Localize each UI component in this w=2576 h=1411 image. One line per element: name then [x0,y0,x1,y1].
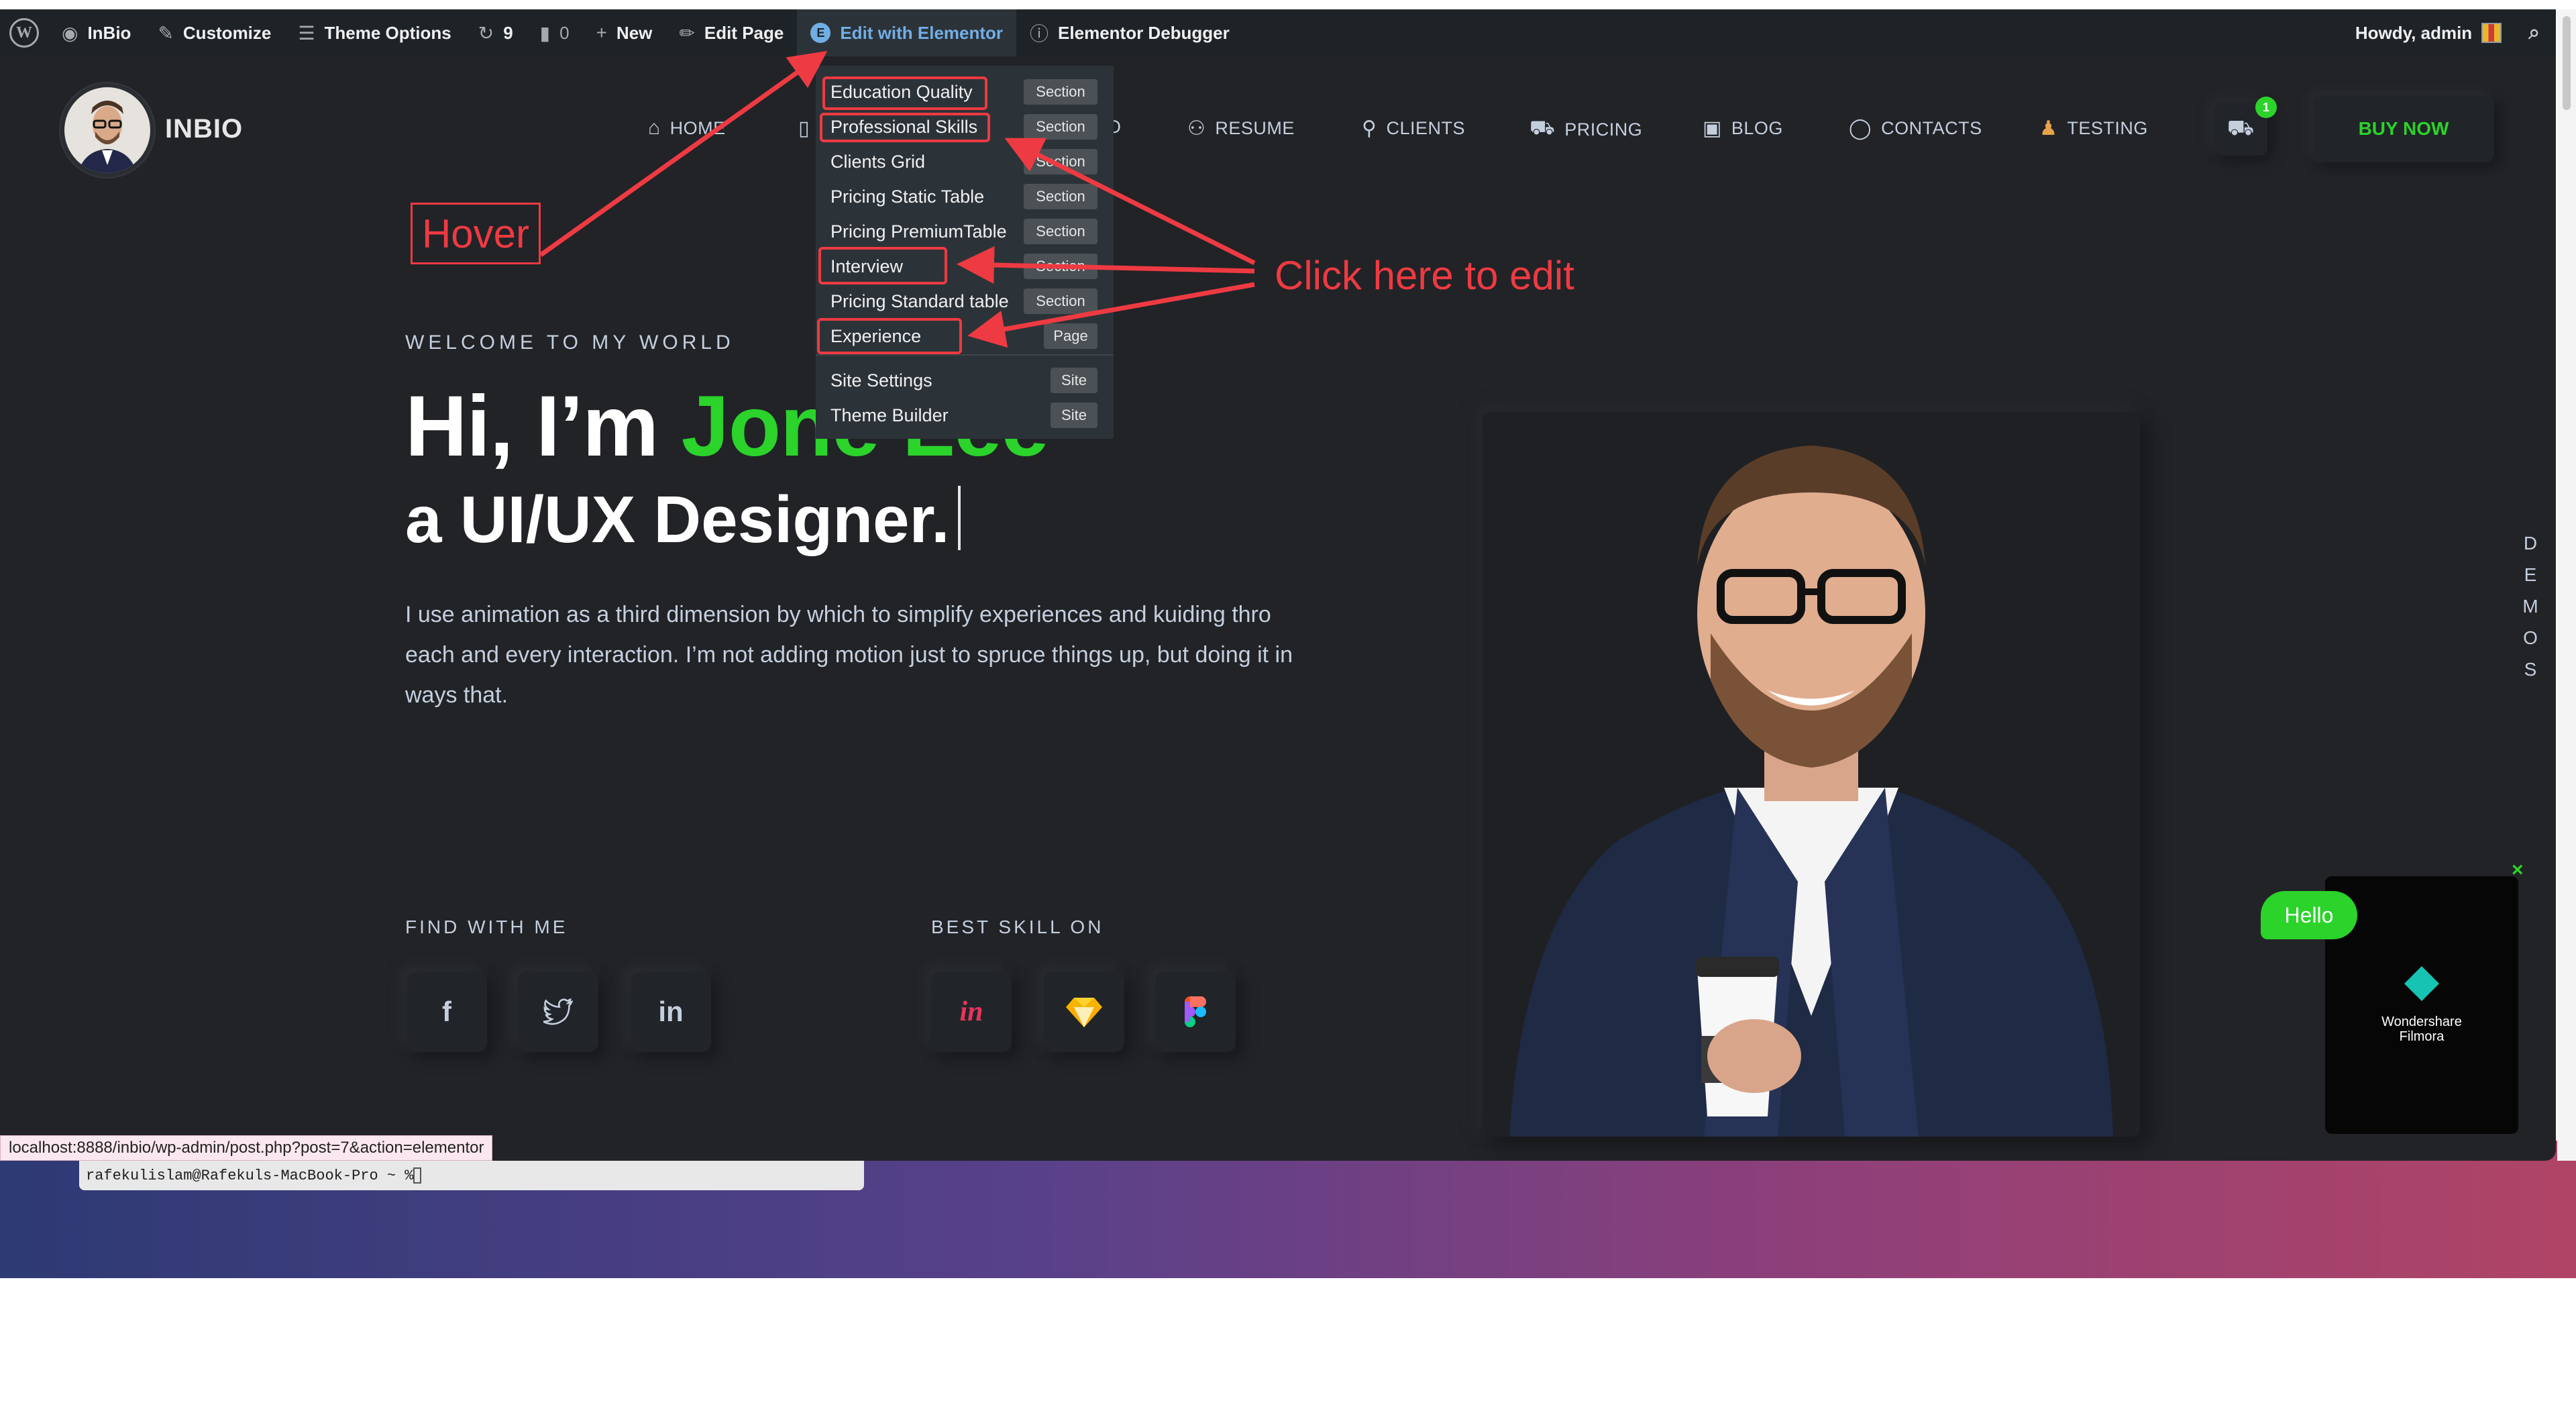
terminal-prompt: rafekulislam@Rafekuls-MacBook-Pro ~ % [86,1167,414,1184]
annotation-arrows [539,50,1256,348]
browser-window: W ◉ InBio ✎ Customize ☰ Theme Options ↻ … [0,9,2556,1161]
arrow-to-professional-skills [1004,138,1256,266]
arrow-to-experience [967,282,1255,348]
arrow-to-interview [957,246,1255,284]
browser-scrollbar[interactable] [2557,9,2576,1161]
hover-arrow [539,50,828,257]
screen: W ◉ InBio ✎ Customize ☰ Theme Options ↻ … [0,0,2576,1411]
status-bar-url: localhost:8888/inbio/wp-admin/post.php?p… [0,1135,493,1161]
scrollbar-thumb[interactable] [2563,16,2571,110]
terminal-cursor [413,1167,422,1184]
terminal-window[interactable]: rafekulislam@Rafekuls-MacBook-Pro ~ % [79,1161,864,1190]
